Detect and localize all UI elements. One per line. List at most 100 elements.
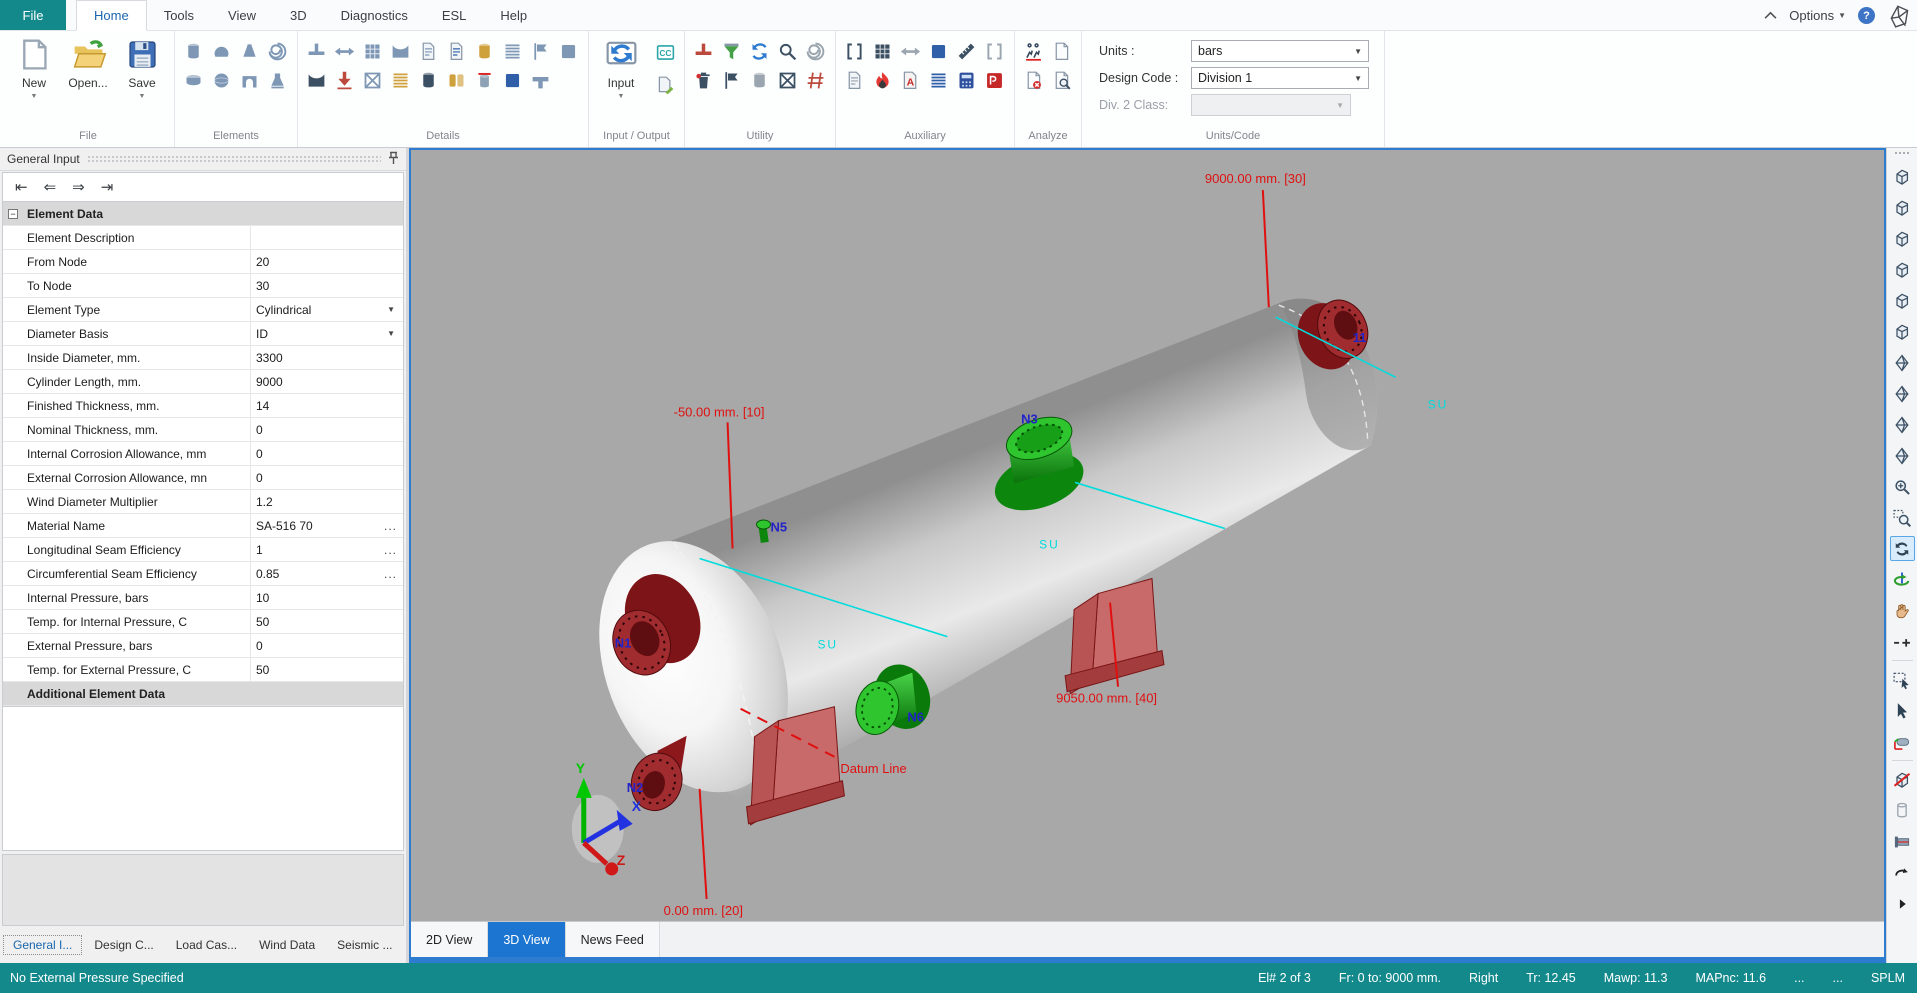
pdf-export-icon[interactable]: [981, 67, 1008, 94]
preview-report-icon[interactable]: [1048, 67, 1075, 94]
body-flange-icon[interactable]: [264, 38, 291, 65]
grid-value-internal-corrosion-allowance-mm[interactable]: 0: [251, 442, 403, 465]
grid-value-wind-diameter-multiplier[interactable]: 1.2: [251, 490, 403, 513]
spherical-head-icon[interactable]: [208, 67, 235, 94]
nav-last-button[interactable]: ⇥: [101, 178, 114, 196]
liquid-icon[interactable]: [443, 38, 470, 65]
grid-value-diameter-basis[interactable]: ID▼: [251, 322, 403, 345]
force-moment-icon[interactable]: [331, 67, 358, 94]
zoom-in-out-icon[interactable]: [1890, 629, 1915, 654]
renumber-icon[interactable]: [802, 67, 829, 94]
ellipsis-button[interactable]: ...: [384, 543, 397, 557]
calculator-icon[interactable]: [953, 67, 980, 94]
grid-value-internal-pressure-bars[interactable]: 10: [251, 586, 403, 609]
pin-icon[interactable]: [388, 151, 399, 168]
skirt-support-icon[interactable]: [264, 67, 291, 94]
nozzle-check-icon[interactable]: [690, 38, 717, 65]
grid-value-from-node[interactable]: 20: [251, 250, 403, 273]
iso-view-6-icon[interactable]: [1890, 319, 1915, 344]
spin-view-icon[interactable]: [1890, 567, 1915, 592]
nav-previous-button[interactable]: ⇐: [44, 178, 57, 196]
tab-esl[interactable]: ESL: [425, 0, 484, 30]
tab-diagnostics[interactable]: Diagnostics: [324, 0, 425, 30]
zoom-window-icon[interactable]: [1890, 505, 1915, 530]
panel-tab-wind-data[interactable]: Wind Data: [248, 938, 326, 952]
funnel-icon[interactable]: [718, 38, 745, 65]
3d-model-view[interactable]: 9000.00 mm. [30] -50.00 mm. [10] 0.00 mm…: [411, 150, 1884, 921]
iso-view-1-icon[interactable]: [1890, 164, 1915, 189]
detach-icon[interactable]: [802, 38, 829, 65]
clip-icon[interactable]: [499, 67, 526, 94]
more-tools-icon[interactable]: [1890, 891, 1915, 916]
saddle-icon[interactable]: [387, 38, 414, 65]
grid-value-material-name[interactable]: SA-516 70...: [251, 514, 403, 537]
units-combo[interactable]: bars▼: [1191, 40, 1369, 62]
insulation-icon[interactable]: [471, 38, 498, 65]
grid-value-nominal-thickness-mm[interactable]: 0: [251, 418, 403, 441]
half-pipe-icon[interactable]: [387, 67, 414, 94]
cylinder-element-icon[interactable]: [180, 38, 207, 65]
report-page-icon[interactable]: [1048, 38, 1075, 65]
delete-element-icon[interactable]: [690, 67, 717, 94]
collapse-icon[interactable]: −: [8, 209, 18, 219]
grid-value-element-type[interactable]: Cylindrical▼: [251, 298, 403, 321]
panel-tab-seismic[interactable]: Seismic ...: [326, 938, 403, 952]
pipe-tee-icon[interactable]: [527, 67, 554, 94]
jacket-icon[interactable]: [443, 67, 470, 94]
ortho-view-2-icon[interactable]: [1890, 381, 1915, 406]
access-database-icon[interactable]: [897, 67, 924, 94]
iso-view-5-icon[interactable]: [1890, 288, 1915, 313]
rotate-view-icon[interactable]: [1890, 536, 1915, 561]
brackets-icon[interactable]: [841, 38, 868, 65]
new-button[interactable]: New▼: [7, 34, 61, 100]
select-window-icon[interactable]: [1890, 667, 1915, 692]
copy-element-icon[interactable]: [746, 67, 773, 94]
split-shell-icon[interactable]: [718, 67, 745, 94]
grid-value-cylinder-length-mm[interactable]: 9000: [251, 370, 403, 393]
scroll-report-icon[interactable]: [841, 67, 868, 94]
panel-tab-general-i[interactable]: General I...: [2, 934, 83, 956]
weld-seam-icon[interactable]: [555, 38, 582, 65]
basering-icon[interactable]: [303, 67, 330, 94]
flange-view-icon[interactable]: [1890, 829, 1915, 854]
send-model-icon[interactable]: [897, 38, 924, 65]
ortho-view-3-icon[interactable]: [1890, 412, 1915, 437]
export-drawing-icon[interactable]: [981, 38, 1008, 65]
save-button[interactable]: Save▼: [115, 34, 169, 100]
ellipsis-button[interactable]: ...: [384, 519, 397, 533]
grid-value-inside-diameter-mm[interactable]: 3300: [251, 346, 403, 369]
pan-view-icon[interactable]: [1890, 598, 1915, 623]
tab-file[interactable]: File: [0, 0, 66, 30]
tray-icon[interactable]: [499, 38, 526, 65]
dimension-icon[interactable]: [953, 38, 980, 65]
welded-flat-head-icon[interactable]: [236, 67, 263, 94]
elliptical-head-icon[interactable]: [208, 38, 235, 65]
grid-value-element-description[interactable]: [251, 226, 403, 249]
platform-icon[interactable]: [359, 38, 386, 65]
tab-home[interactable]: Home: [76, 0, 147, 31]
conical-element-icon[interactable]: [236, 38, 263, 65]
options-menu[interactable]: Options▼: [1789, 8, 1846, 23]
lining-icon[interactable]: [527, 38, 554, 65]
hide-element-icon[interactable]: [1890, 767, 1915, 792]
view-tab-3d-view[interactable]: 3D View: [488, 922, 565, 957]
view-tab-news-feed[interactable]: News Feed: [566, 922, 660, 957]
ellipsis-button[interactable]: ...: [384, 567, 397, 581]
undo-view-icon[interactable]: [1890, 860, 1915, 885]
panel-tab-design-c[interactable]: Design C...: [83, 938, 164, 952]
nozzle-icon[interactable]: [331, 38, 358, 65]
flare-icon[interactable]: [869, 67, 896, 94]
ortho-view-1-icon[interactable]: [1890, 350, 1915, 375]
iso-view-4-icon[interactable]: [1890, 257, 1915, 282]
grid-value-longitudinal-seam-efficiency[interactable]: 1...: [251, 538, 403, 561]
error-check-icon[interactable]: [1020, 67, 1047, 94]
tab-view[interactable]: View: [211, 0, 273, 30]
packing-icon[interactable]: [415, 67, 442, 94]
iso-view-3-icon[interactable]: [1890, 226, 1915, 251]
select-arrow-icon[interactable]: [1890, 698, 1915, 723]
iso-view-2-icon[interactable]: [1890, 195, 1915, 220]
toolbar-grip-icon[interactable]: [1894, 151, 1910, 156]
nav-first-button[interactable]: ⇤: [15, 178, 28, 196]
stiffening-ring-icon[interactable]: [303, 38, 330, 65]
open-button[interactable]: Open...: [61, 34, 115, 90]
